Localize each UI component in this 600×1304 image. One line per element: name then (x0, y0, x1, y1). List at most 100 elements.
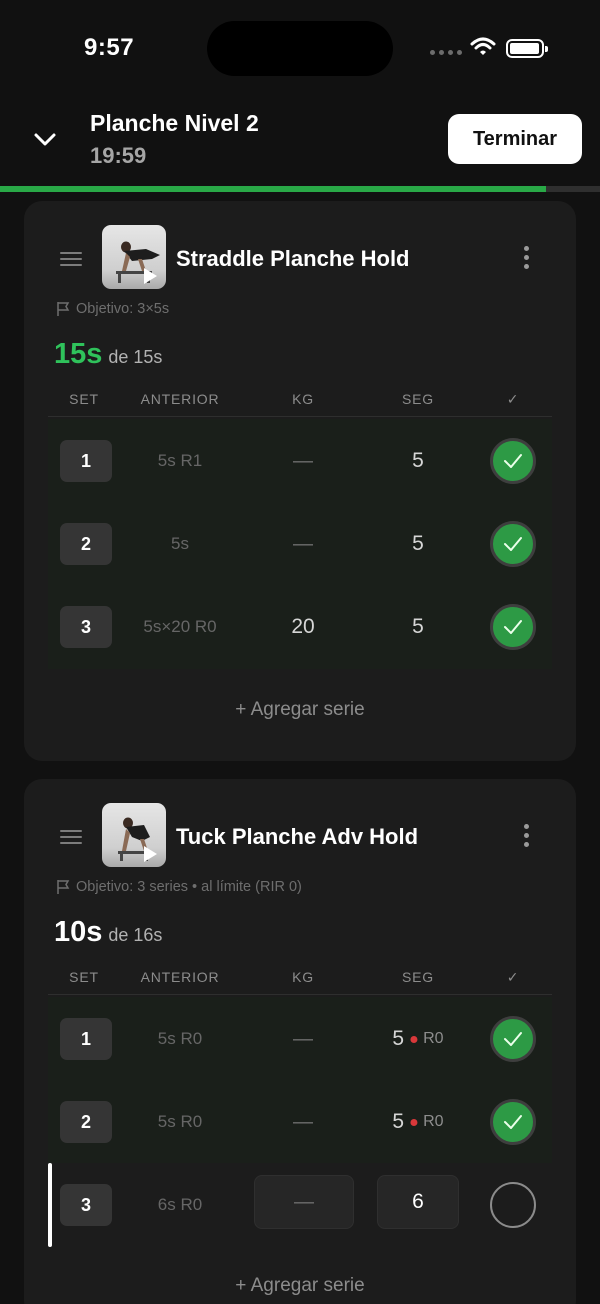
drag-handle-icon[interactable] (60, 252, 82, 270)
kg-input-placeholder: — (294, 1190, 314, 1213)
kg-value[interactable]: — (293, 997, 313, 1081)
set-complete-toggle[interactable] (490, 1099, 536, 1145)
exercise-video-thumbnail[interactable] (102, 803, 166, 867)
set-complete-toggle[interactable] (490, 438, 536, 484)
seg-input-value: 6 (412, 1190, 424, 1213)
play-icon (144, 268, 157, 284)
col-previous: ANTERIOR (140, 391, 220, 407)
check-icon (504, 620, 522, 634)
set-number[interactable]: 3 (60, 1184, 112, 1226)
total-value: 10s (54, 916, 103, 948)
col-kg: KG (292, 969, 314, 985)
previous-value: 5s (171, 534, 189, 553)
seg-value[interactable]: 5 (412, 502, 424, 586)
cellular-signal-icon (430, 50, 462, 55)
dynamic-island (207, 21, 393, 76)
col-done: ✓ (506, 391, 520, 407)
set-row-active: 3 6s R0 — 6 (48, 1163, 552, 1247)
rir-label: R0 (423, 1030, 444, 1047)
seg-value: 5 (392, 1027, 405, 1050)
sets-table-header: SET ANTERIOR KG SEG ✓ (48, 381, 552, 417)
set-complete-toggle[interactable] (490, 521, 536, 567)
set-number[interactable]: 2 (60, 1101, 112, 1143)
set-row: 1 5s R0 — 5 R0 (48, 997, 552, 1081)
set-number[interactable]: 1 (60, 1018, 112, 1060)
seg-value-with-rir[interactable]: 5 R0 (392, 1080, 443, 1164)
workout-timer: 19:59 (90, 143, 147, 168)
previous-value: 6s R0 (157, 1195, 203, 1214)
exercise-goal: Objetivo: 3 series • al límite (RIR 0) (56, 879, 302, 895)
exercise-total: 10s de 16s (54, 916, 162, 949)
exercise-total: 15s de 15s (54, 338, 162, 371)
exercise-goal: Objetivo: 3×5s (56, 301, 169, 317)
check-icon (504, 537, 522, 551)
drag-handle-icon[interactable] (60, 830, 82, 848)
exercise-goal-text: Objetivo: 3 series • al límite (RIR 0) (76, 879, 302, 895)
flag-icon (57, 880, 70, 894)
set-row: 1 5s R1 — 5 (48, 419, 552, 503)
seg-input[interactable]: 6 (377, 1175, 459, 1229)
kg-value[interactable]: — (293, 419, 313, 503)
seg-value[interactable]: 5 (412, 419, 424, 503)
col-set: SET (69, 391, 99, 407)
finish-button[interactable]: Terminar (448, 114, 582, 164)
seg-value[interactable]: 5 (412, 585, 424, 669)
kg-value[interactable]: 20 (291, 585, 314, 669)
kg-value[interactable]: — (293, 1080, 313, 1164)
play-icon (144, 846, 157, 862)
exercise-video-thumbnail[interactable] (102, 225, 166, 289)
set-number[interactable]: 3 (60, 606, 112, 648)
set-complete-toggle[interactable] (490, 1182, 536, 1228)
set-row: 2 5s R0 — 5 R0 (48, 1080, 552, 1164)
workout-title: Planche Nivel 2 (90, 110, 259, 136)
more-vertical-icon[interactable] (524, 824, 532, 851)
kg-value[interactable]: — (293, 502, 313, 586)
workout-header: Planche Nivel 2 19:59 Terminar (0, 96, 600, 186)
col-set: SET (69, 969, 99, 985)
active-set-indicator (48, 1163, 52, 1247)
check-icon (504, 454, 522, 468)
status-time: 9:57 (84, 34, 135, 61)
set-number[interactable]: 1 (60, 440, 112, 482)
flag-icon (57, 302, 70, 316)
check-icon (504, 1115, 522, 1129)
sets-table: 1 5s R1 — 5 2 5s — 5 3 5s×20 R0 20 5 (48, 419, 552, 669)
total-target: de 15s (108, 347, 163, 367)
set-complete-toggle[interactable] (490, 604, 536, 650)
sets-table: 1 5s R0 — 5 R0 2 5s R0 — 5 R0 (48, 997, 552, 1163)
previous-value: 5s R0 (157, 1112, 203, 1131)
set-row: 3 5s×20 R0 20 5 (48, 585, 552, 669)
exercise-card: Tuck Planche Adv Hold Objetivo: 3 series… (24, 779, 576, 1304)
rir-dot-icon (410, 1035, 418, 1043)
set-complete-toggle[interactable] (490, 1016, 536, 1062)
col-previous: ANTERIOR (140, 969, 220, 985)
add-series-button[interactable]: + Agregar serie (24, 699, 576, 721)
add-series-button[interactable]: + Agregar serie (24, 1275, 576, 1297)
check-icon (504, 1032, 522, 1046)
seg-value-with-rir[interactable]: 5 R0 (392, 997, 443, 1081)
exercise-name[interactable]: Tuck Planche Adv Hold (176, 824, 418, 850)
col-done: ✓ (506, 969, 520, 985)
seg-value: 5 (392, 1110, 405, 1133)
kg-input[interactable]: — (254, 1175, 354, 1229)
exercise-card: Straddle Planche Hold Objetivo: 3×5s 15s… (24, 201, 576, 761)
col-seg: SEG (402, 969, 434, 985)
rir-label: R0 (423, 1113, 444, 1130)
status-bar: 9:57 (0, 0, 600, 96)
workout-progress-fill (0, 186, 546, 192)
total-value: 15s (54, 338, 103, 370)
exercise-goal-text: Objetivo: 3×5s (76, 301, 170, 317)
set-number[interactable]: 2 (60, 523, 112, 565)
battery-icon (506, 39, 548, 58)
more-vertical-icon[interactable] (524, 246, 532, 273)
sets-table-header: SET ANTERIOR KG SEG ✓ (48, 959, 552, 995)
exercise-name[interactable]: Straddle Planche Hold (176, 246, 410, 272)
previous-value: 5s×20 R0 (143, 617, 217, 636)
set-row: 2 5s — 5 (48, 502, 552, 586)
col-kg: KG (292, 391, 314, 407)
chevron-down-icon[interactable] (30, 124, 60, 154)
workout-progress-bar (0, 186, 600, 192)
total-target: de 16s (108, 925, 163, 945)
rir-dot-icon (410, 1118, 418, 1126)
previous-value: 5s R0 (157, 1029, 203, 1048)
